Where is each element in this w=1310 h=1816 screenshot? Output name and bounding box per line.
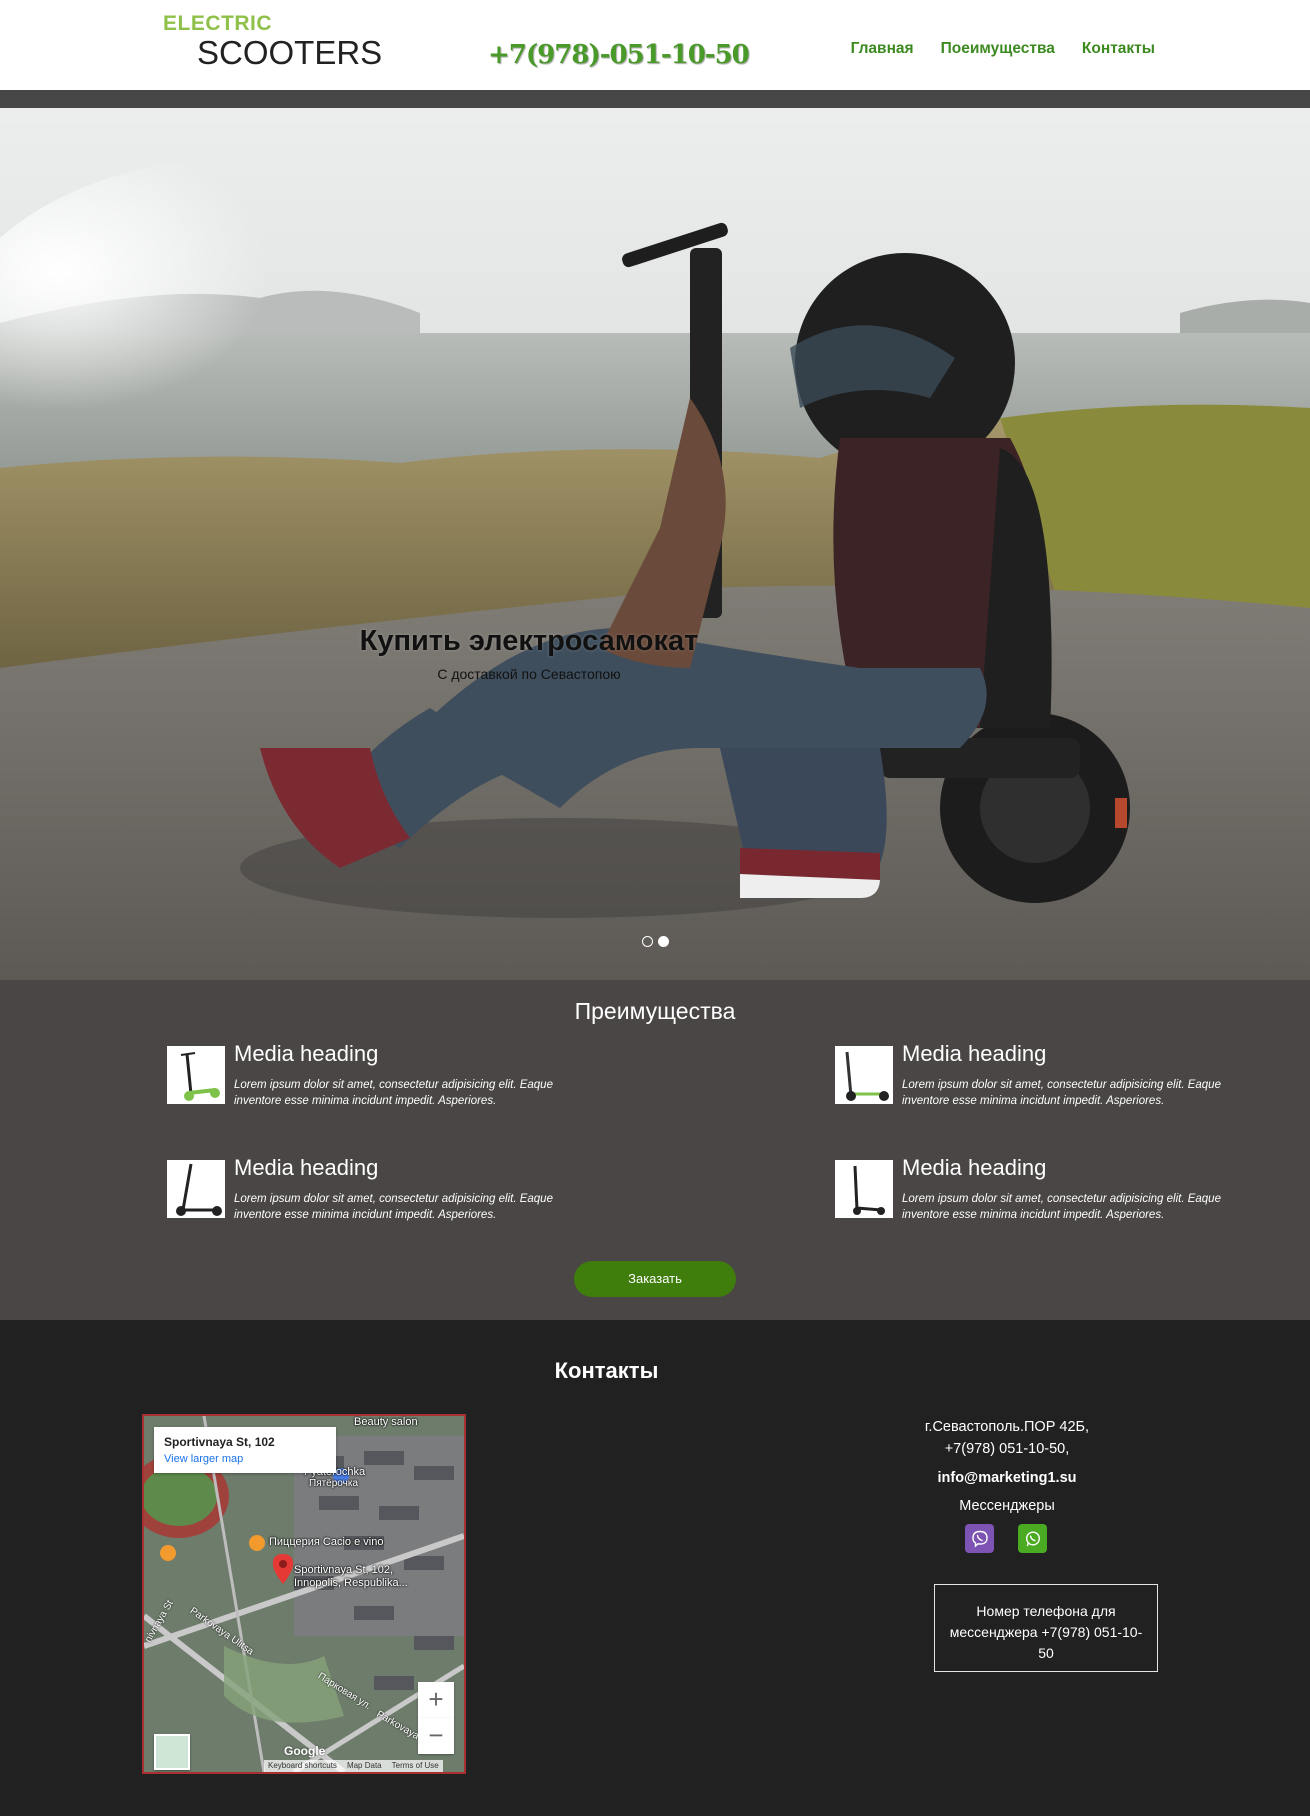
viber-icon[interactable] <box>965 1524 994 1553</box>
map-data-link[interactable]: Map Data <box>347 1761 382 1771</box>
google-logo: Google <box>284 1744 326 1758</box>
map-info-card: Sportivnaya St, 102 View larger map <box>154 1427 336 1473</box>
carousel-dot-2[interactable] <box>658 936 669 947</box>
advantages-title: Преимущества <box>574 998 736 1024</box>
media-text: Lorem ipsum dolor sit amet, consectetur … <box>902 1193 1221 1221</box>
media-heading: Media heading <box>902 1041 1047 1066</box>
media-heading: Media heading <box>234 1041 379 1066</box>
scooter-thumbnail <box>835 1160 893 1218</box>
media-item: Media heading Lorem ipsum dolor sit amet… <box>167 1155 597 1240</box>
map-type-toggle[interactable] <box>154 1734 190 1770</box>
scooter-thumbnail <box>167 1160 225 1218</box>
contact-info: г.Севастополь.ПОР 42Б, +7(978) 051-10-50… <box>900 1416 1114 1517</box>
carousel-dot-1[interactable] <box>642 936 653 947</box>
contacts-section: Контакты Beauty salon Pyateroc <box>0 1320 1310 1816</box>
advantages-section: Преимущества Media heading Lorem ipsum d… <box>0 980 1310 1320</box>
logo-scooters-text: SCOOTERS <box>197 34 383 71</box>
map-card-address: Sportivnaya St, 102 <box>164 1435 275 1449</box>
view-larger-map-link[interactable]: View larger map <box>164 1453 243 1465</box>
carousel-indicators <box>642 936 669 947</box>
map-label: Пиццерия Cacio e vino <box>269 1536 384 1548</box>
nav-advantages-link[interactable]: Поеимущества <box>941 40 1055 58</box>
terms-link[interactable]: Terms of Use <box>392 1761 439 1771</box>
contact-address: г.Севастополь.ПОР 42Б, <box>924 1419 1090 1435</box>
messenger-icons <box>965 1524 1047 1553</box>
map-footer: Keyboard shortcuts Map Data Terms of Use <box>264 1760 443 1772</box>
zoom-in-button[interactable]: + <box>418 1682 454 1718</box>
contact-email[interactable]: info@marketing1.su <box>900 1467 1114 1489</box>
media-text: Lorem ipsum dolor sit amet, consectetur … <box>234 1079 553 1107</box>
map-label: Innopolis, Respublika... <box>294 1577 408 1589</box>
whatsapp-icon[interactable] <box>1018 1524 1047 1553</box>
media-heading: Media heading <box>234 1155 379 1180</box>
scooter-thumbnail <box>167 1046 225 1104</box>
media-item: Media heading Lorem ipsum dolor sit amet… <box>835 1041 1265 1126</box>
order-button[interactable]: Заказать <box>574 1261 736 1297</box>
messengers-label: Мессенджеры <box>959 1498 1055 1514</box>
map-label: Beauty salon <box>354 1416 418 1428</box>
map-label: Sportivnaya St, 102, <box>294 1564 394 1576</box>
media-text: Lorem ipsum dolor sit amet, consectetur … <box>234 1193 553 1221</box>
site-header: ELECTRIC SCOOTERS +7(978)-051-10-50 Глав… <box>0 0 1310 90</box>
google-map[interactable]: Beauty salon Pyaterochka Пятёрочка Пицце… <box>142 1414 466 1774</box>
hero-photo <box>0 108 1310 980</box>
hero-subtitle: С доставкой по Севастопою <box>437 666 621 682</box>
scooter-thumbnail <box>835 1046 893 1104</box>
logo-electric-text: ELECTRIC <box>163 12 272 35</box>
contacts-title: Контакты <box>554 1358 659 1383</box>
media-text: Lorem ipsum dolor sit amet, consectetur … <box>902 1079 1221 1107</box>
zoom-out-button[interactable]: − <box>418 1718 454 1754</box>
main-nav: Главная Поеимущества Контакты <box>851 40 1155 58</box>
media-heading: Media heading <box>902 1155 1047 1180</box>
keyboard-shortcuts-link[interactable]: Keyboard shortcuts <box>268 1761 337 1771</box>
media-item: Media heading Lorem ipsum dolor sit amet… <box>835 1155 1265 1240</box>
header-divider <box>0 90 1310 108</box>
logo[interactable]: ELECTRIC SCOOTERS <box>163 12 382 72</box>
map-label: Пятёрочка <box>309 1478 359 1489</box>
hero-title: Купить электросамокат <box>359 625 699 657</box>
contact-phone[interactable]: +7(978) 051-10-50, <box>900 1438 1114 1460</box>
media-item: Media heading Lorem ipsum dolor sit amet… <box>167 1041 597 1126</box>
hero-carousel: Купить электросамокат С доставкой по Сев… <box>0 108 1310 980</box>
messenger-phone-box: Номер телефона для мессенджера +7(978) 0… <box>934 1584 1158 1672</box>
nav-contacts-link[interactable]: Контакты <box>1082 40 1155 58</box>
nav-home-link[interactable]: Главная <box>851 40 914 58</box>
header-phone[interactable]: +7(978)-051-10-50 <box>488 40 750 70</box>
